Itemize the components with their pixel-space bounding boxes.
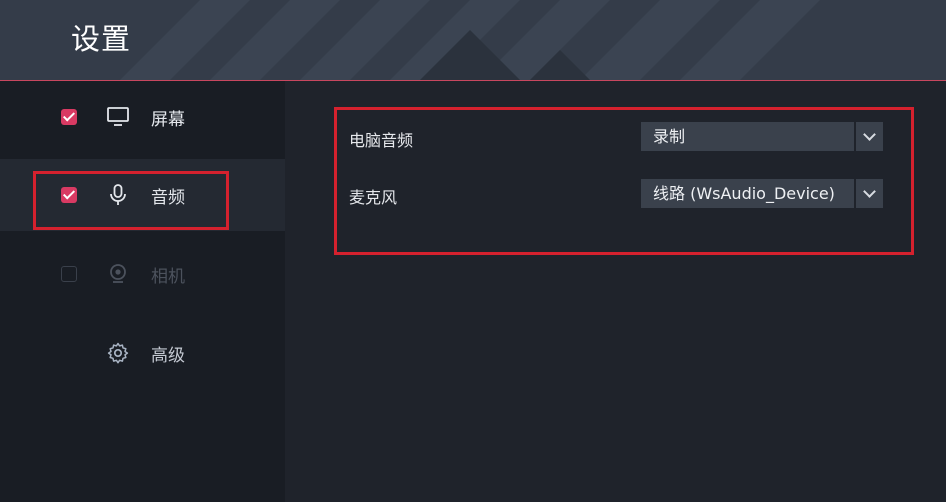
sidebar-item-screen[interactable]: 屏幕	[0, 81, 285, 153]
sidebar-item-label: 相机	[151, 267, 185, 287]
camera-checkbox[interactable]	[61, 266, 77, 282]
sidebar-item-label: 屏幕	[151, 110, 185, 130]
settings-sidebar: 屏幕 音频 相机 高级	[0, 81, 285, 502]
audio-highlight-box	[33, 171, 229, 230]
webcam-icon	[110, 264, 126, 283]
title-bar: 设置	[0, 0, 946, 81]
gear-icon	[107, 342, 129, 364]
screen-checkbox[interactable]	[61, 109, 77, 125]
settings-highlight-box	[334, 107, 914, 255]
sidebar-item-label: 高级	[151, 346, 185, 366]
page-title: 设置	[71, 22, 132, 56]
sidebar-item-advanced[interactable]: 高级	[0, 317, 285, 389]
header-background-pattern	[120, 0, 820, 80]
sidebar-item-camera[interactable]: 相机	[0, 238, 285, 310]
monitor-icon	[107, 107, 129, 126]
